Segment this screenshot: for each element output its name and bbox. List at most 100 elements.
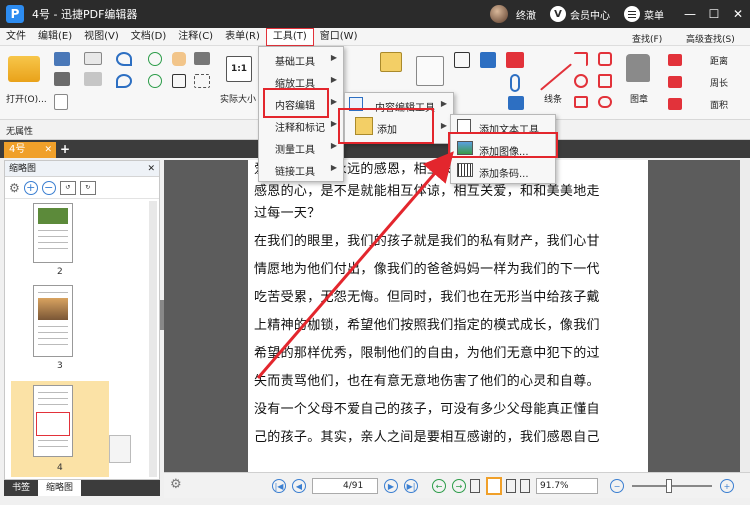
open-button-label[interactable]: 打开(O)... xyxy=(6,92,47,105)
next-page-button[interactable]: ▶ xyxy=(384,479,398,493)
vip-center-button[interactable]: V 会员中心 xyxy=(550,6,610,22)
user-avatar[interactable] xyxy=(490,5,508,23)
actual-size-label[interactable]: 实际大小 xyxy=(220,92,256,105)
ruler-icon[interactable] xyxy=(668,54,682,66)
close-tab-icon[interactable]: ✕ xyxy=(44,142,52,158)
thumbnail-page-4[interactable] xyxy=(33,385,73,457)
ellipse-shape-icon[interactable] xyxy=(574,74,588,88)
close-window-button[interactable]: ✕ xyxy=(726,0,750,28)
zoom-out-button[interactable]: − xyxy=(610,479,624,493)
open-folder-icon[interactable] xyxy=(8,56,40,82)
minimize-button[interactable]: — xyxy=(678,0,702,28)
area-icon[interactable] xyxy=(668,98,682,110)
zoom-slider[interactable] xyxy=(632,485,712,487)
arrow-shape-icon[interactable] xyxy=(574,52,588,66)
perimeter-tool[interactable]: 周长 xyxy=(710,76,728,89)
menu-item-measure-tools[interactable]: 测量工具 ▶ xyxy=(259,141,343,156)
zoom-level-select[interactable]: 91.7% xyxy=(536,478,598,494)
prev-page-button[interactable]: ◀ xyxy=(292,479,306,493)
find-button[interactable]: 查找(F) xyxy=(632,32,662,45)
main-menu-button[interactable]: 菜单 xyxy=(624,6,664,22)
rectangle-shape-icon[interactable] xyxy=(574,96,588,108)
area-tool[interactable]: 面积 xyxy=(710,98,728,111)
facing-continuous-icon[interactable] xyxy=(520,479,530,493)
menu-tools[interactable]: 工具(T) xyxy=(265,27,314,46)
zoom-marquee-icon[interactable] xyxy=(194,74,210,88)
facing-page-icon[interactable] xyxy=(506,479,516,493)
print-icon[interactable] xyxy=(54,72,70,86)
document-page[interactable]: 爱便能够变是永远的感恩，相互关爱中够 感恩的心，是不是就能相互体谅，相互关爱，和… xyxy=(248,160,648,472)
maximize-button[interactable]: ☐ xyxy=(702,0,726,28)
rotate-right-icon[interactable]: ↻ xyxy=(79,180,96,195)
forward-icon[interactable] xyxy=(148,74,162,88)
add-tab-button[interactable]: + xyxy=(60,142,70,156)
bookmarks-tab[interactable]: 书签 xyxy=(4,480,38,496)
thumbnails-tab[interactable]: 缩略图 xyxy=(38,480,82,496)
menu-document[interactable]: 文档(D) xyxy=(125,28,173,46)
undo-icon[interactable] xyxy=(116,52,132,66)
snapshot-icon[interactable] xyxy=(194,52,210,65)
perimeter-icon[interactable] xyxy=(668,76,682,88)
mail-icon[interactable] xyxy=(84,52,102,65)
forward-view-icon[interactable]: → xyxy=(452,479,466,493)
advanced-find-button[interactable]: 高级查找(S) xyxy=(686,32,735,45)
document-tab-active[interactable]: 4号 ✕ xyxy=(4,142,56,158)
menu-item-label: 链接工具 xyxy=(275,167,315,178)
pentagon-shape-icon[interactable] xyxy=(598,52,612,66)
menu-file[interactable]: 文件 xyxy=(0,28,32,46)
menu-item-annotation-markup[interactable]: 注释和标记 ▶ xyxy=(259,119,343,134)
menu-edit[interactable]: 编辑(E) xyxy=(32,28,78,46)
thumbnail-page-3[interactable] xyxy=(33,285,73,357)
hamburger-icon xyxy=(624,6,640,22)
new-doc-icon[interactable] xyxy=(54,94,68,110)
content-edit-ribbon-icon[interactable] xyxy=(380,52,402,72)
thumbnail-page-2[interactable] xyxy=(33,203,73,263)
text-box-icon[interactable] xyxy=(454,52,470,68)
actual-size-icon[interactable]: 1:1 xyxy=(226,56,252,82)
menu-window[interactable]: 窗口(W) xyxy=(314,28,364,46)
save-icon[interactable] xyxy=(54,52,70,66)
menu-form[interactable]: 表单(R) xyxy=(219,28,266,46)
line-tool-label[interactable]: 线条 xyxy=(544,92,562,105)
gear-icon[interactable]: ⚙ xyxy=(9,181,20,195)
back-view-icon[interactable]: ← xyxy=(432,479,446,493)
hand-tool-icon[interactable] xyxy=(172,52,186,66)
close-panel-icon[interactable]: ✕ xyxy=(147,161,155,177)
menu-view[interactable]: 视图(V) xyxy=(78,28,125,46)
cloud-shape-icon[interactable] xyxy=(598,96,612,108)
zoom-in-button[interactable]: + xyxy=(720,479,734,493)
typewriter-icon[interactable] xyxy=(480,52,496,68)
first-page-button[interactable]: |◀ xyxy=(272,479,286,493)
select-text-icon[interactable] xyxy=(172,74,186,88)
back-icon[interactable] xyxy=(148,52,162,66)
distance-tool[interactable]: 距离 xyxy=(710,54,728,67)
single-page-icon[interactable] xyxy=(470,479,480,493)
sticky-note-icon[interactable] xyxy=(506,52,524,68)
submenu-item-add-barcode[interactable]: 添加条码... xyxy=(451,165,555,180)
menu-comment[interactable]: 注释(C) xyxy=(172,28,219,46)
highlighter-icon[interactable] xyxy=(416,56,444,86)
menu-item-basic-tools[interactable]: 基础工具 ▶ xyxy=(259,53,343,68)
polygon-shape-icon[interactable] xyxy=(598,74,612,88)
line-tool-icon[interactable] xyxy=(540,63,572,91)
document-vertical-scrollbar[interactable] xyxy=(740,160,750,472)
page-number-input[interactable]: 4/91 xyxy=(312,478,378,494)
continuous-page-icon[interactable] xyxy=(486,477,502,495)
stamp-label[interactable]: 图章 xyxy=(630,92,648,105)
document-text-line: 在我们的眼里，我们的孩子就是我们的私有财产，我们心甘 xyxy=(254,234,600,249)
scan-icon[interactable] xyxy=(84,72,102,86)
rotate-left-icon[interactable]: ↺ xyxy=(59,180,76,195)
panel-scrollbar[interactable] xyxy=(149,201,157,477)
stamp-icon[interactable] xyxy=(626,54,650,82)
attach-icon[interactable] xyxy=(510,74,520,92)
zoom-out-icon[interactable]: − xyxy=(41,180,56,195)
menu-item-link-tools[interactable]: 链接工具 ▶ xyxy=(259,163,343,178)
zoom-in-icon[interactable]: + xyxy=(23,180,38,195)
redo-icon[interactable] xyxy=(116,74,132,88)
sound-icon[interactable] xyxy=(508,96,524,110)
zoom-slider-handle[interactable] xyxy=(666,479,672,493)
username[interactable]: 终澈 xyxy=(516,7,536,22)
gear-icon[interactable]: ⚙ xyxy=(170,477,182,492)
document-view[interactable]: 爱便能够变是永远的感恩，相互关爱中够 感恩的心，是不是就能相互体谅，相互关爱，和… xyxy=(164,160,744,472)
last-page-button[interactable]: ▶| xyxy=(404,479,418,493)
